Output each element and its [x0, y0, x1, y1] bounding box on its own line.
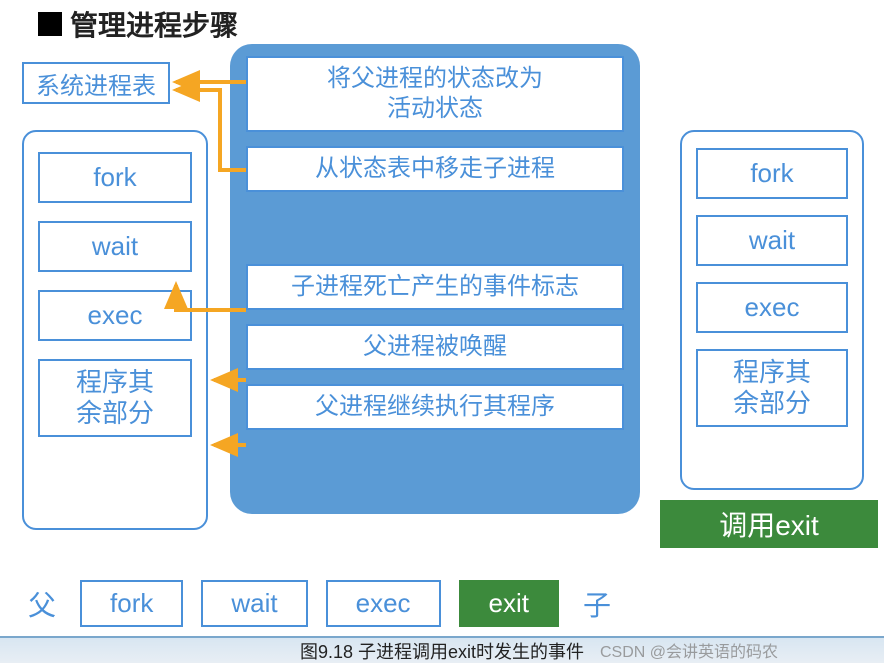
right-fork: fork: [696, 148, 848, 199]
watermark: CSDN @会讲英语的码农: [600, 638, 778, 662]
bullet-icon: [38, 12, 62, 36]
left-exec: exec: [38, 290, 192, 341]
system-process-table: 系统进程表: [22, 62, 170, 104]
right-rest: 程序其 余部分: [696, 349, 848, 427]
child-process-panel: fork wait exec 程序其 余部分: [680, 130, 864, 490]
left-rest: 程序其 余部分: [38, 359, 192, 437]
right-exec: exec: [696, 282, 848, 333]
event-set-parent-active: 将父进程的状态改为 活动状态: [246, 56, 624, 132]
bottom-row: 父 fork wait exec exit 子: [22, 580, 617, 627]
child-label: 子: [577, 584, 617, 624]
parent-label: 父: [22, 584, 62, 624]
page-title: 管理进程步骤: [70, 4, 238, 44]
event-parent-wakeup: 父进程被唤醒: [246, 324, 624, 370]
btn-exit: exit: [459, 580, 559, 627]
left-fork: fork: [38, 152, 192, 203]
btn-fork: fork: [80, 580, 183, 627]
title-bar: 管理进程步骤: [38, 4, 238, 44]
parent-process-panel: fork wait exec 程序其 余部分: [22, 130, 208, 530]
btn-wait: wait: [201, 580, 307, 627]
kernel-events-panel: 将父进程的状态改为 活动状态 从状态表中移走子进程 子进程死亡产生的事件标志 父…: [230, 44, 640, 514]
btn-exec: exec: [326, 580, 441, 627]
right-wait: wait: [696, 215, 848, 266]
call-exit-label: 调用exit: [660, 500, 878, 548]
left-wait: wait: [38, 221, 192, 272]
event-remove-child: 从状态表中移走子进程: [246, 146, 624, 192]
event-child-death-flag: 子进程死亡产生的事件标志: [246, 264, 624, 310]
event-parent-continue: 父进程继续执行其程序: [246, 384, 624, 430]
